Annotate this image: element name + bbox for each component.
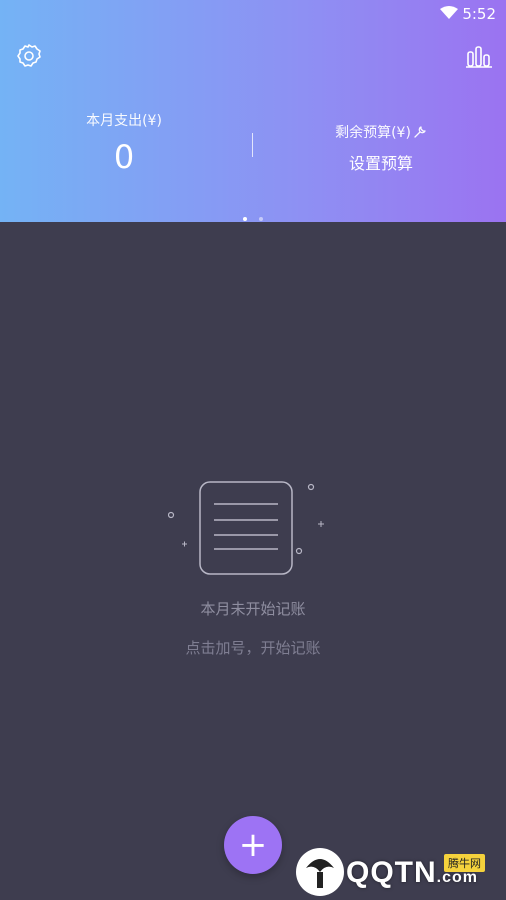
summary-divider (252, 133, 253, 157)
pager-dot[interactable] (258, 217, 263, 221)
watermark: QQTN.com 腾牛网 (296, 844, 506, 900)
status-time: 5:52 (462, 5, 496, 23)
empty-state-subtitle: 点击加号，开始记账 (185, 639, 321, 657)
add-record-button[interactable]: + (224, 816, 282, 874)
remaining-budget[interactable]: 剩余预算(¥) 设置预算 (256, 122, 506, 174)
set-budget-button[interactable]: 设置预算 (256, 150, 506, 174)
watermark-logo (296, 848, 344, 896)
wrench-icon[interactable] (413, 125, 427, 139)
monthly-expense-value: 0 (113, 138, 135, 176)
empty-state: 本月未开始记账 点击加号，开始记账 (0, 478, 506, 658)
monthly-expense: 本月支出(¥) 0 (0, 110, 248, 176)
remaining-budget-label: 剩余预算(¥) (335, 125, 411, 141)
pager-dot-active[interactable] (243, 217, 248, 221)
remaining-budget-label-wrap: 剩余预算(¥) (256, 122, 506, 142)
summary-header: 5:52 本月支出(¥) 0 剩余预算(¥) 设置预算 (0, 0, 506, 222)
bar-chart-icon[interactable] (466, 44, 492, 68)
gear-icon[interactable] (16, 43, 42, 69)
wifi-icon (440, 6, 458, 19)
empty-ledger-illustration (168, 481, 324, 575)
pager-dots (0, 206, 506, 225)
status-bar: 5:52 (0, 0, 506, 28)
monthly-expense-label: 本月支出(¥) (86, 113, 162, 129)
empty-state-title: 本月未开始记账 (200, 600, 306, 618)
watermark-brand: QQTN (346, 856, 437, 889)
watermark-tag: 腾牛网 (444, 854, 485, 872)
plus-icon: + (238, 825, 268, 865)
